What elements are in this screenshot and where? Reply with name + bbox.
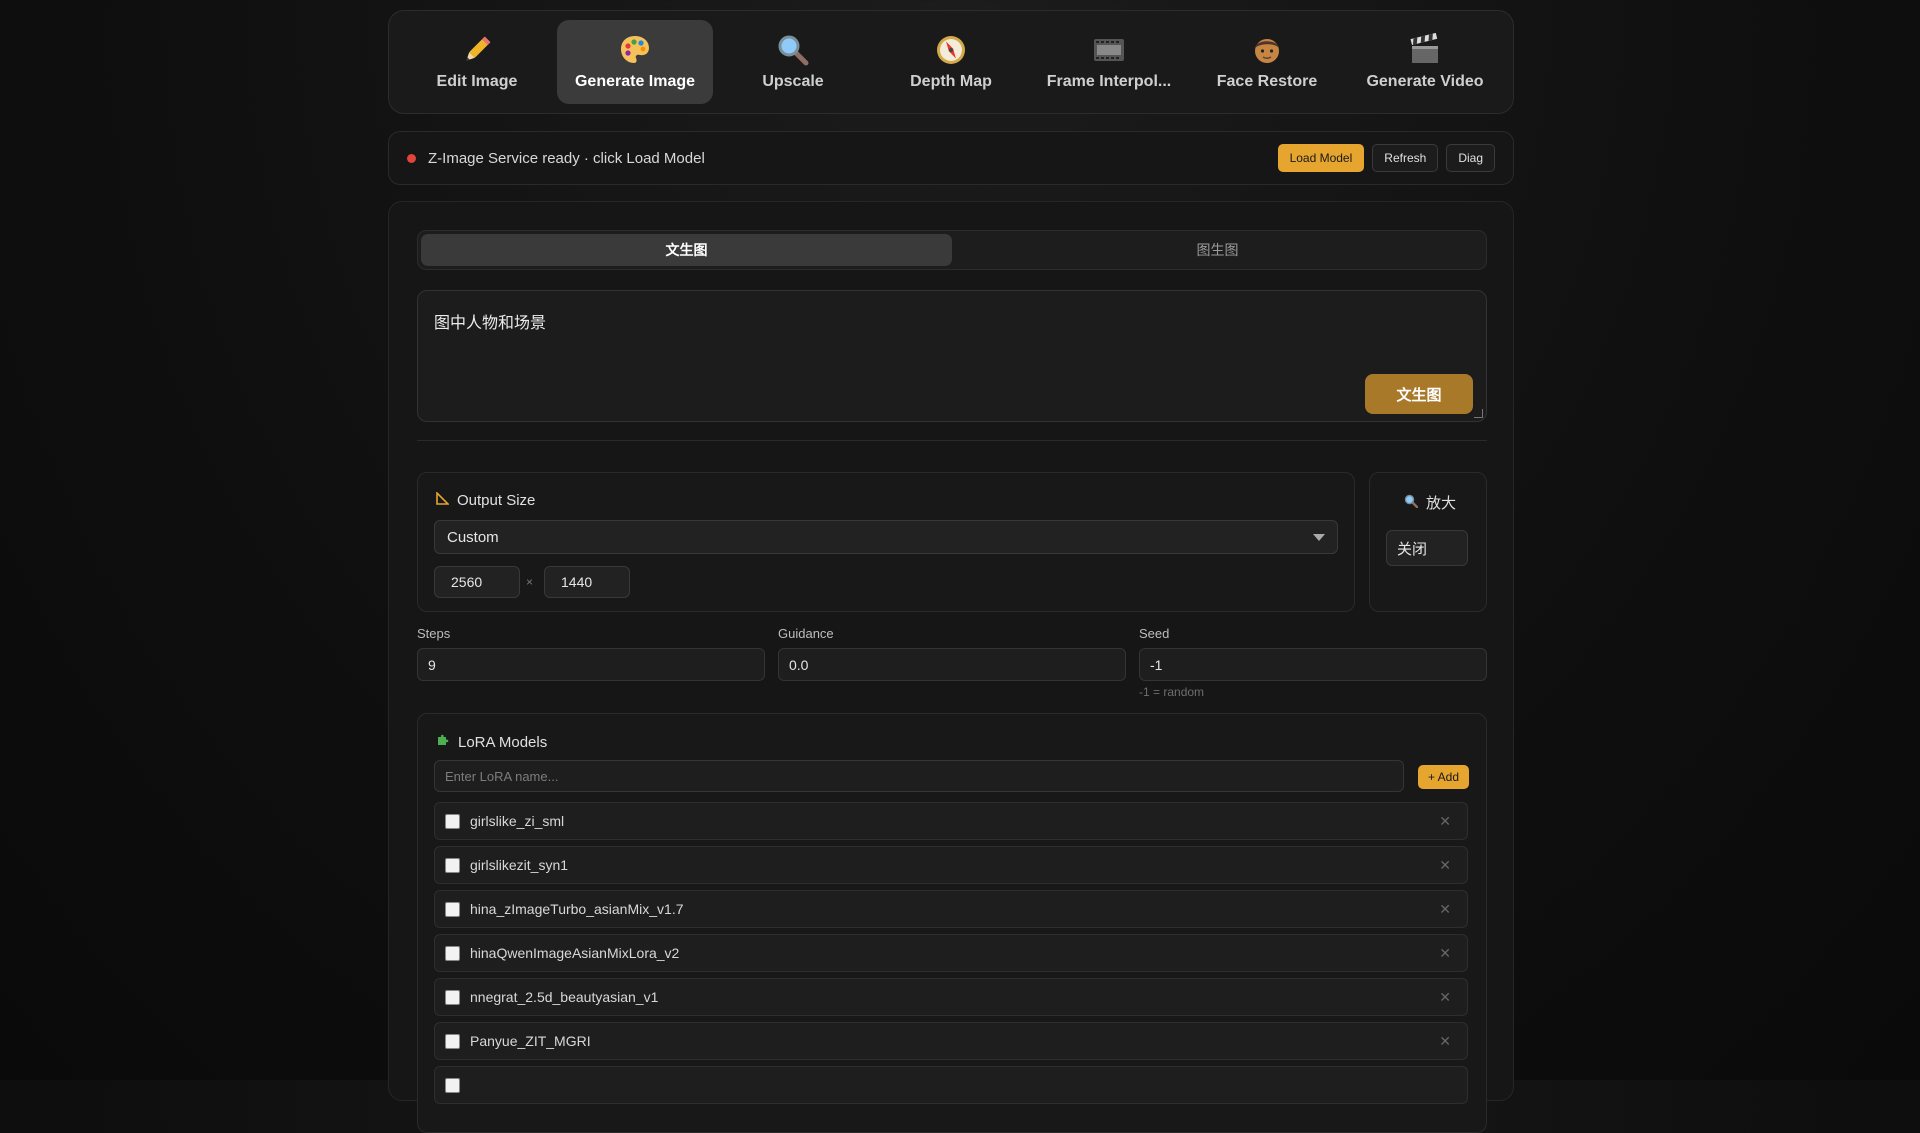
refresh-button[interactable]: Refresh — [1372, 144, 1439, 172]
close-icon[interactable]: ✕ — [1439, 901, 1451, 918]
generate-button[interactable]: 文生图 — [1365, 374, 1473, 414]
tab-label: Face Restore — [1216, 73, 1318, 90]
close-icon[interactable]: ✕ — [1439, 857, 1451, 874]
compass-icon — [934, 33, 968, 67]
tab-img2img[interactable]: 图生图 — [952, 234, 1483, 266]
tab-face-restore[interactable]: Face Restore — [1189, 20, 1345, 104]
tab-generate-image[interactable]: Generate Image — [557, 20, 713, 104]
status-text: Z-Image Service ready · click Load Model — [428, 149, 705, 167]
seed-hint: -1 = random — [1139, 685, 1205, 699]
size-preset-select[interactable]: Custom — [434, 520, 1338, 554]
lora-item: Panyue_ZIT_MGRI ✕ — [434, 1022, 1468, 1060]
tab-label: Upscale — [762, 73, 824, 90]
lora-item-name: nnegrat_2.5d_beautyasian_v1 — [470, 989, 659, 1005]
status-dot-icon — [407, 153, 416, 163]
times-symbol: × — [526, 575, 534, 589]
lora-checkbox[interactable] — [445, 945, 460, 961]
service-status-bar: Z-Image Service ready · click Load Model… — [388, 131, 1514, 185]
output-size-label: Output Size — [457, 492, 536, 509]
lora-item-name: girlslikezit_syn1 — [470, 857, 569, 873]
lora-checkbox[interactable] — [445, 901, 460, 917]
upscale-title: 放大 — [1404, 492, 1456, 513]
prompt-text: 图中人物和场景 — [434, 315, 547, 332]
guidance-input[interactable]: 0.0 — [778, 648, 1126, 681]
prompt-textarea[interactable]: 图中人物和场景 文生图 — [417, 290, 1487, 422]
lora-item: hina_zImageTurbo_asianMix_v1.7 ✕ — [434, 890, 1468, 928]
tab-label: Depth Map — [910, 73, 992, 90]
lora-item: girlslike_zi_sml ✕ — [434, 802, 1468, 840]
close-icon[interactable]: ✕ — [1439, 945, 1451, 962]
tab-label: Edit Image — [436, 73, 518, 90]
output-size-card: Output Size Custom 2560 × 1440 — [417, 472, 1355, 612]
tool-tab-bar: Edit Image Generate Image Upscale Depth … — [388, 10, 1514, 114]
guidance-label: Guidance — [778, 626, 834, 641]
ruler-icon — [436, 491, 450, 509]
magnifier-icon — [776, 33, 810, 67]
tab-label: Generate Video — [1366, 73, 1484, 90]
generate-panel: 文生图 图生图 图中人物和场景 文生图 Output Size Custom 2… — [388, 201, 1514, 1133]
lora-item-name: hina_zImageTurbo_asianMix_v1.7 — [470, 901, 684, 917]
lora-item — [434, 1066, 1468, 1104]
tab-label: Frame Interpol... — [1046, 73, 1172, 90]
lora-item-name: Panyue_ZIT_MGRI — [470, 1033, 591, 1049]
upscale-select[interactable]: 关闭 — [1386, 530, 1468, 566]
tab-depth-map[interactable]: Depth Map — [873, 20, 1029, 104]
lora-item-name: girlslike_zi_sml — [470, 813, 565, 829]
close-icon[interactable]: ✕ — [1439, 989, 1451, 1006]
lora-checkbox[interactable] — [445, 1033, 460, 1049]
film-icon — [1092, 33, 1126, 67]
tab-txt2img[interactable]: 文生图 — [421, 234, 952, 266]
width-input[interactable]: 2560 — [434, 566, 520, 598]
output-size-title: Output Size — [436, 491, 536, 509]
close-icon[interactable]: ✕ — [1439, 813, 1451, 830]
lora-card: LoRA Models Enter LoRA name... + Add gir… — [417, 713, 1487, 1133]
lora-name-input[interactable]: Enter LoRA name... — [434, 760, 1404, 792]
lora-checkbox[interactable] — [445, 989, 460, 1005]
load-model-button[interactable]: Load Model — [1277, 144, 1365, 172]
steps-input[interactable]: 9 — [417, 648, 765, 681]
tab-edit-image[interactable]: Edit Image — [399, 20, 555, 104]
upscale-label: 放大 — [1426, 495, 1457, 512]
chevron-down-icon — [1313, 533, 1325, 541]
close-icon[interactable]: ✕ — [1439, 1033, 1451, 1050]
upscale-card: 放大 关闭 — [1369, 472, 1487, 612]
tab-generate-video[interactable]: Generate Video — [1347, 20, 1503, 104]
steps-label: Steps — [417, 626, 451, 641]
lora-item: hinaQwenImageAsianMixLora_v2 ✕ — [434, 934, 1468, 972]
lora-item: nnegrat_2.5d_beautyasian_v1 ✕ — [434, 978, 1468, 1016]
face-icon — [1250, 33, 1284, 67]
lora-checkbox[interactable] — [445, 857, 460, 873]
add-lora-button[interactable]: + Add — [1418, 765, 1470, 789]
lora-title: LoRA Models — [436, 733, 547, 751]
diag-button[interactable]: Diag — [1446, 144, 1495, 172]
palette-icon — [618, 33, 652, 67]
puzzle-icon — [436, 733, 450, 751]
lora-checkbox[interactable] — [445, 813, 460, 829]
pencil-icon — [460, 33, 494, 67]
clapper-icon — [1408, 33, 1442, 67]
tab-upscale[interactable]: Upscale — [715, 20, 871, 104]
lora-item: girlslikezit_syn1 ✕ — [434, 846, 1468, 884]
seed-label: Seed — [1139, 626, 1170, 641]
seed-input[interactable]: -1 — [1139, 648, 1487, 681]
resize-handle[interactable] — [1474, 409, 1483, 418]
size-preset-value: Custom — [447, 528, 499, 546]
tab-label: Generate Image — [574, 73, 696, 90]
divider — [417, 440, 1487, 441]
lora-title-label: LoRA Models — [458, 733, 548, 751]
lora-item-name: hinaQwenImageAsianMixLora_v2 — [470, 945, 680, 961]
magnifier-icon — [1404, 494, 1419, 512]
height-input[interactable]: 1440 — [544, 566, 630, 598]
mode-toggle: 文生图 图生图 — [417, 230, 1487, 270]
tab-frame-interpolation[interactable]: Frame Interpol... — [1031, 20, 1187, 104]
